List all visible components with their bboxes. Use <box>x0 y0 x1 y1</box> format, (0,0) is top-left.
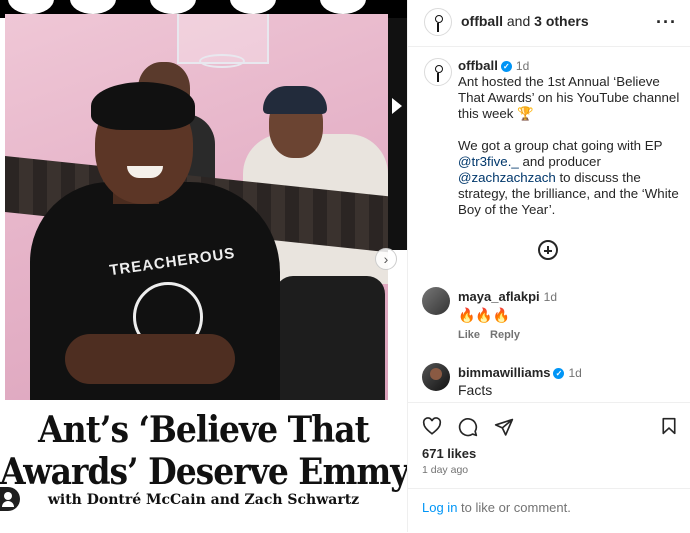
post-action-bar: 671 likes 1 day ago <box>408 402 690 476</box>
login-prompt-text: Log in to like or comment. <box>422 500 571 515</box>
commenter-avatar[interactable] <box>422 363 450 391</box>
login-prompt: Log in to like or comment. <box>408 488 690 533</box>
post-photo: TREACHEROUS <box>5 14 388 400</box>
login-link[interactable]: Log in <box>422 500 457 515</box>
share-icon[interactable] <box>494 417 514 437</box>
next-image-button[interactable]: › <box>375 248 397 270</box>
caption-paragraph-2: We got a group chat going with EP @tr3fi… <box>458 138 680 218</box>
comment-like-button[interactable]: Like <box>458 329 480 341</box>
login-prompt-rest: to like or comment. <box>457 500 571 515</box>
like-count[interactable]: 671 likes <box>422 446 476 461</box>
headline-byline: with Dontré McCain and Zach Schwartz <box>47 492 360 508</box>
mention-link[interactable]: @zachzachzach <box>458 170 556 185</box>
heart-icon[interactable] <box>422 417 442 435</box>
authors-and-text: and <box>503 13 535 29</box>
basketball-rim <box>199 54 245 68</box>
main-person-hair <box>91 82 195 130</box>
comment-username[interactable]: bimmawilliams <box>458 365 550 380</box>
load-more-comments-icon[interactable] <box>538 240 558 260</box>
comment-body: maya_aflakpi 1d 🔥🔥🔥 <box>458 289 557 323</box>
comment-time[interactable]: 1d <box>544 290 557 304</box>
caption-time[interactable]: 1d <box>516 59 529 73</box>
comment-body: bimmawilliams ✓ 1d Facts <box>458 365 582 398</box>
verified-badge-icon: ✓ <box>553 368 565 379</box>
post-authors: offball and 3 others <box>461 13 589 29</box>
author-username[interactable]: offball <box>461 13 503 29</box>
caption-text: offball ✓ 1d Ant hosted the 1st Annual ‘Be… <box>458 58 680 234</box>
caption-text-part: We got a group chat going with EP <box>458 138 663 153</box>
caption-username[interactable]: offball <box>458 58 498 73</box>
collaborators-link[interactable]: 3 others <box>534 13 588 29</box>
more-horizontal-icon[interactable]: ··· <box>656 12 677 33</box>
commenter-avatar[interactable] <box>422 287 450 315</box>
author-avatar[interactable] <box>424 8 452 36</box>
comment-time[interactable]: 1d <box>568 366 581 380</box>
comment-actions: Like Reply <box>458 329 530 341</box>
right-person-cap <box>263 86 327 114</box>
headline-line-2: Awards’ Deserve Emmys <box>0 450 407 493</box>
comment-text: Facts <box>458 382 493 398</box>
post-header: offball and 3 others ··· <box>408 0 690 47</box>
comment-reply-button[interactable]: Reply <box>490 329 520 341</box>
right-person-legs <box>275 276 385 400</box>
main-person-arms <box>65 334 235 384</box>
caption-paragraph-1: Ant hosted the 1st Annual ‘Believe That … <box>458 74 680 121</box>
verified-badge-icon: ✓ <box>500 61 512 72</box>
comment-text: 🔥🔥🔥 <box>458 307 511 323</box>
headline-line-1: Ant’s ‘Believe That <box>38 408 370 451</box>
media-edge-strip <box>388 18 407 250</box>
caption-author-avatar[interactable] <box>424 58 452 86</box>
caption-text-part: and producer <box>518 154 601 169</box>
post-media[interactable]: TREACHEROUS › Ant’s ‘Believe That Awards… <box>0 0 407 532</box>
bookmark-icon[interactable] <box>661 417 677 435</box>
mention-link[interactable]: @tr3five._ <box>458 154 519 169</box>
post-side-panel: offball and 3 others ··· offball ✓ 1d Ant … <box>407 0 690 532</box>
post-date[interactable]: 1 day ago <box>422 464 468 476</box>
comment-username[interactable]: maya_aflakpi <box>458 289 540 304</box>
comment-icon[interactable] <box>458 417 478 437</box>
